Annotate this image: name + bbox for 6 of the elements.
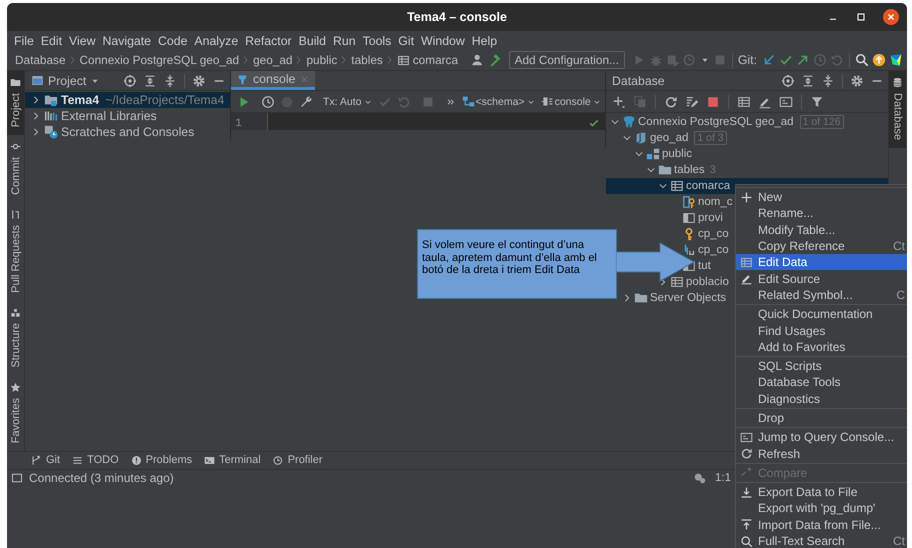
- status-message: Connected (3 minutes ago): [29, 471, 174, 486]
- callout-text: Si volem veure el contingut d’una taula, apretem damunt d’ella amb el botó de la dreta i triem Edit Data: [422, 239, 598, 276]
- panel-title: Database: [612, 74, 665, 88]
- line-number: 1: [235, 117, 243, 130]
- git-label: Git:: [738, 53, 757, 67]
- window-title: Tema4 – console: [407, 10, 507, 24]
